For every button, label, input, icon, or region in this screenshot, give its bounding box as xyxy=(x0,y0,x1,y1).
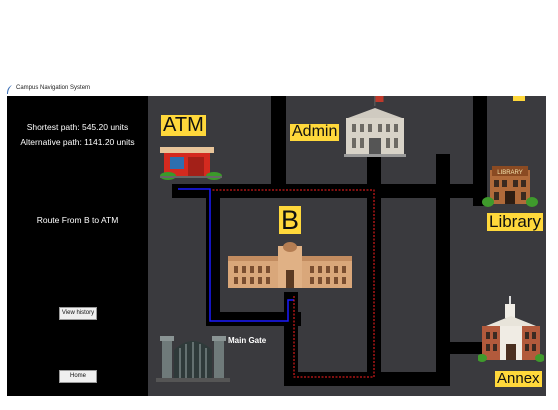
offscreen-label-fragment xyxy=(513,96,525,101)
admin-building-icon[interactable] xyxy=(342,96,408,158)
route-text: Route From B to ATM xyxy=(36,215,119,225)
library-label: Library xyxy=(487,212,543,231)
annex-label: Annex xyxy=(495,370,542,387)
b-label: B xyxy=(279,205,302,235)
sidebar: Shortest path: 545.20 units Alternative … xyxy=(7,96,148,396)
road-north-admin xyxy=(271,96,286,191)
road-south-horizontal xyxy=(284,372,450,386)
alternative-path-text: Alternative path: 1141.20 units xyxy=(20,137,135,147)
admin-label: Admin xyxy=(290,123,340,141)
home-button[interactable]: Home xyxy=(59,370,97,383)
annex-building-icon[interactable] xyxy=(478,296,544,364)
window-title: Campus Navigation System xyxy=(16,85,91,91)
campus-map: ATM Admin LIBRARY Library B Main Gate An… xyxy=(148,96,546,396)
b-building-icon[interactable] xyxy=(228,242,352,290)
library-sign-text: LIBRARY xyxy=(497,170,523,176)
app-feather-icon xyxy=(7,85,12,94)
atm-building-icon[interactable] xyxy=(154,144,228,180)
view-history-button[interactable]: View history xyxy=(59,307,97,320)
road-library-connector xyxy=(436,186,486,198)
main-gate-icon[interactable] xyxy=(156,328,230,386)
road-annex-connector xyxy=(436,342,484,354)
main-gate-label: Main Gate xyxy=(228,336,267,345)
atm-label: ATM xyxy=(161,114,206,136)
library-building-icon[interactable]: LIBRARY xyxy=(482,164,538,208)
road-west-vertical xyxy=(206,186,220,326)
title-bar: Campus Navigation System xyxy=(0,84,558,96)
shortest-path-text: Shortest path: 545.20 units xyxy=(26,122,129,132)
road-south-vertical xyxy=(284,292,298,386)
